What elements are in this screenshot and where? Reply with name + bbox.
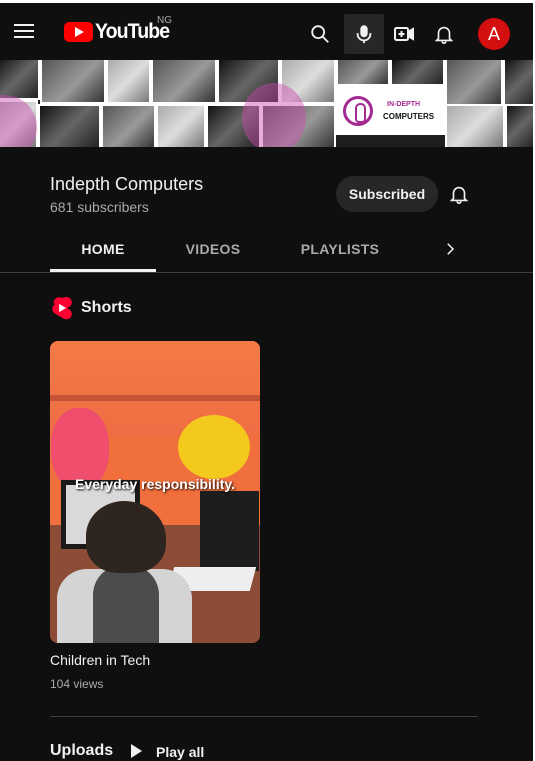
search-icon [311,25,329,43]
bell-icon [449,186,469,204]
banner-photo-tile [40,60,106,104]
shorts-icon [52,297,72,320]
thumbnail-wall-stripe [50,395,260,401]
banner-photo-tile [0,60,40,100]
shorts-section-title: Shorts [81,299,132,316]
youtube-channel-page: YouTube NG A IN-DEPTH COMPUTERS Indepth … [0,0,533,761]
banner-photo-tile [445,104,505,147]
banner-photo-tile [101,104,156,147]
brand-title-line-1: IN-DEPTH [387,101,421,108]
tab-home[interactable]: HOME [50,228,156,272]
notifications-button[interactable] [424,14,464,54]
brand-title-line-2: COMPUTERS [383,112,435,121]
account-avatar[interactable]: A [478,18,510,50]
short-view-count: 104 views [50,677,104,691]
thumbnail-student-hair [86,501,166,573]
banner-photo-tile [505,104,533,147]
shorts-heading: Shorts [50,296,132,320]
microphone-icon [356,25,372,44]
banner-photo-tile [503,60,533,106]
voice-search-button[interactable] [344,14,384,54]
banner-pink-accent [242,83,306,147]
top-navigation-bar: YouTube NG A [0,0,533,60]
short-caption-overlay: Everyday responsibility. [74,476,236,492]
banner-photo-tile [106,60,151,104]
tab-playlists[interactable]: PLAYLISTS [288,228,392,272]
menu-icon-line [14,30,34,32]
banner-photo-tile [336,60,390,86]
country-code-label: NG [157,15,172,26]
create-video-button[interactable] [384,14,424,54]
banner-photo-tile [151,60,217,104]
banner-photo-tile [156,104,206,147]
channel-notifications-button[interactable] [445,180,473,208]
section-divider [50,716,478,717]
banner-photo-tile [38,104,101,147]
channel-title: Indepth Computers [50,174,204,194]
thumbnail-yellow-wall-circle [178,415,250,479]
computer-mouse-logo-icon [343,96,373,126]
subscriber-count: 681 subscribers [50,199,149,215]
uploads-section-title: Uploads [50,742,114,759]
thumbnail-second-monitor [200,491,259,571]
play-icon [128,742,144,761]
chevron-right-icon[interactable] [441,240,459,258]
thumbnail-student-vest [93,565,159,643]
play-all-label: Play all [156,744,205,760]
banner-photo-tile [445,60,503,106]
play-all-button[interactable]: Play all [128,741,204,761]
channel-banner: IN-DEPTH COMPUTERS [0,60,533,147]
tab-videos[interactable]: VIDEOS [170,228,256,272]
menu-icon-line [14,36,34,38]
create-video-icon [394,27,414,41]
notifications-icon [434,26,454,44]
youtube-logo-icon [64,22,93,42]
short-thumbnail[interactable]: Everyday responsibility. [50,341,260,643]
subscribed-button[interactable]: Subscribed [336,176,438,212]
search-button[interactable] [300,14,340,54]
channel-brand-card: IN-DEPTH COMPUTERS [334,85,446,135]
menu-icon-line [14,24,34,26]
banner-photo-tile [390,60,445,86]
short-title[interactable]: Children in Tech [50,652,150,668]
menu-button[interactable] [12,19,36,43]
